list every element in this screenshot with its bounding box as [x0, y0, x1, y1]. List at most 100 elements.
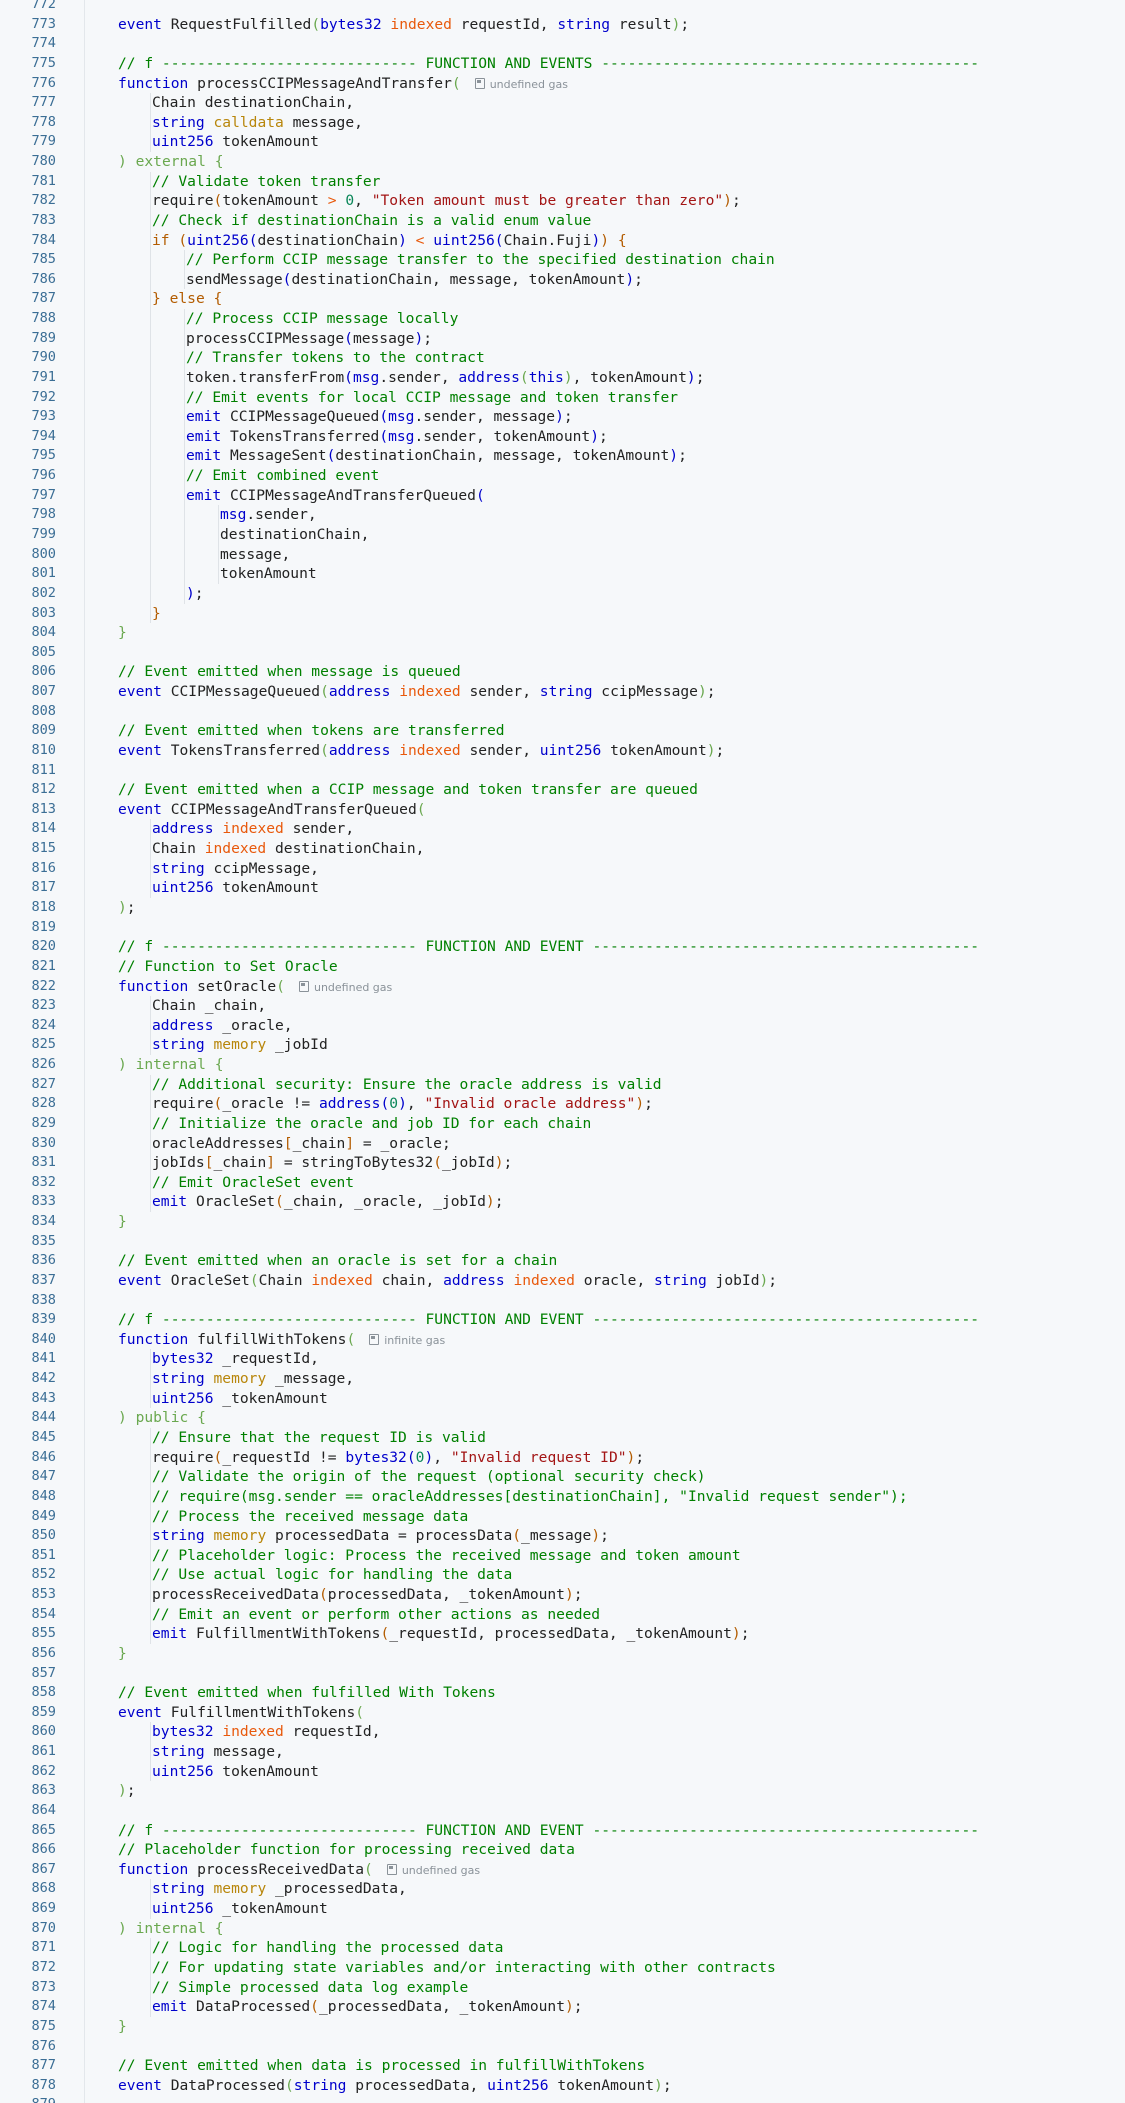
code-line[interactable]: 827 // Additional security: Ensure the or…	[0, 1074, 1125, 1095]
code-line[interactable]: 815 Chain indexed destinationChain,	[0, 839, 1125, 859]
code-line[interactable]: 777 Chain destinationChain,	[0, 93, 1125, 113]
code-line[interactable]: 855 emit FulfillmentWithTokens(_requestId…	[0, 1624, 1125, 1644]
code-line[interactable]: 871 // Logic for handling the processed d…	[0, 1938, 1125, 1958]
code-line[interactable]: 773 event RequestFulfilled(bytes32 indexe…	[0, 15, 1125, 35]
code-line[interactable]: 825 string memory _jobId	[0, 1035, 1125, 1055]
code-line[interactable]: 877 // Event emitted when data is process…	[0, 2056, 1125, 2076]
code-line[interactable]: 811	[0, 761, 1125, 781]
code-line[interactable]: 798 msg.sender,	[0, 505, 1125, 525]
code-line[interactable]: 810 event TokensTransferred(address index…	[0, 741, 1125, 761]
code-line[interactable]: 854 // Emit an event or perform other act…	[0, 1604, 1125, 1625]
code-line[interactable]: 852 // Use actual logic for handling the …	[0, 1565, 1125, 1586]
code-line[interactable]: 807 event CCIPMessageQueued(address index…	[0, 682, 1125, 702]
code-line[interactable]: 775 // f ----------------------------- FU…	[0, 54, 1125, 74]
code-line[interactable]: 816 string ccipMessage,	[0, 858, 1125, 879]
code-line[interactable]: 858 // Event emitted when fulfilled With …	[0, 1683, 1125, 1703]
code-line[interactable]: 822 function setOracle(undefined gas	[0, 977, 1125, 997]
code-line[interactable]: 800 message,	[0, 544, 1125, 565]
code-line[interactable]: 868 string memory _processedData,	[0, 1879, 1125, 1900]
code-line[interactable]: 863);	[0, 1781, 1125, 1801]
code-line[interactable]: 834}	[0, 1212, 1125, 1232]
code-line[interactable]: 783 // Check if destinationChain is a val…	[0, 210, 1125, 231]
code-line[interactable]: 813 event CCIPMessageAndTransferQueued(	[0, 800, 1125, 820]
code-line[interactable]: 821 // Function to Set Oracle	[0, 957, 1125, 977]
code-line[interactable]: 817 uint256 tokenAmount	[0, 878, 1125, 898]
code-line[interactable]: 845 // Ensure that the request ID is vali…	[0, 1427, 1125, 1448]
code-line[interactable]: 780) external {	[0, 152, 1125, 172]
code-line[interactable]: 781 // Validate token transfer	[0, 171, 1125, 192]
code-line[interactable]: 826) internal {	[0, 1055, 1125, 1075]
code-line[interactable]: 824 address _oracle,	[0, 1015, 1125, 1036]
code-line[interactable]: 848 // require(msg.sender == oracleAddres…	[0, 1486, 1125, 1507]
gas-estimate-hint[interactable]: undefined gas	[474, 77, 568, 91]
code-line[interactable]: 830 oracleAddresses[_chain] = _oracle;	[0, 1133, 1125, 1154]
code-line[interactable]: 850 string memory processedData = process…	[0, 1526, 1125, 1546]
code-line[interactable]: 836 // Event emitted when an oracle is se…	[0, 1251, 1125, 1271]
code-line[interactable]: 805	[0, 643, 1125, 663]
code-line[interactable]: 867 function processReceivedData(undefine…	[0, 1860, 1125, 1880]
code-line[interactable]: 788 // Process CCIP message locally	[0, 309, 1125, 329]
code-line[interactable]: 837 event OracleSet(Chain indexed chain, …	[0, 1271, 1125, 1291]
code-line[interactable]: 774	[0, 34, 1125, 54]
code-line[interactable]: 835	[0, 1232, 1125, 1252]
code-line[interactable]: 849 // Process the received message data	[0, 1506, 1125, 1527]
code-line[interactable]: 814 address indexed sender,	[0, 819, 1125, 840]
code-line[interactable]: 809 // Event emitted when tokens are tran…	[0, 721, 1125, 741]
code-line[interactable]: 838	[0, 1291, 1125, 1311]
code-line[interactable]: 802);	[0, 583, 1125, 604]
code-line[interactable]: 796 // Emit combined event	[0, 466, 1125, 486]
code-line[interactable]: 876	[0, 2037, 1125, 2057]
code-line[interactable]: 846 require(_requestId != bytes32(0), "In…	[0, 1447, 1125, 1468]
code-line[interactable]: 804}	[0, 623, 1125, 643]
gas-estimate-hint[interactable]: undefined gas	[386, 1863, 480, 1877]
code-line[interactable]: 828 require(_oracle != address(0), "Inval…	[0, 1094, 1125, 1114]
code-line[interactable]: 851 // Placeholder logic: Process the rec…	[0, 1545, 1125, 1566]
code-line[interactable]: 860 bytes32 indexed requestId,	[0, 1722, 1125, 1743]
code-line[interactable]: 785 // Perform CCIP message transfer to t…	[0, 250, 1125, 270]
code-line[interactable]: 792 // Emit events for local CCIP message…	[0, 387, 1125, 408]
code-line[interactable]: 879	[0, 2095, 1125, 2103]
code-line[interactable]: 866 // Placeholder function for processin…	[0, 1840, 1125, 1860]
code-line[interactable]: 819	[0, 918, 1125, 938]
code-line[interactable]: 776 function processCCIPMessageAndTransfe…	[0, 74, 1125, 94]
code-line[interactable]: 865 // f ----------------------------- FU…	[0, 1821, 1125, 1841]
code-line[interactable]: 803}	[0, 603, 1125, 624]
code-line[interactable]: 818);	[0, 898, 1125, 918]
code-line[interactable]: 782 require(tokenAmount > 0, "Token amoun…	[0, 191, 1125, 211]
code-line[interactable]: 799 destinationChain,	[0, 525, 1125, 545]
code-line[interactable]: 859 event FulfillmentWithTokens(	[0, 1703, 1125, 1723]
code-line[interactable]: 806 // Event emitted when message is queu…	[0, 662, 1125, 682]
code-line[interactable]: 869 uint256 _tokenAmount	[0, 1899, 1125, 1919]
code-line[interactable]: 797 emit CCIPMessageAndTransferQueued(	[0, 485, 1125, 506]
code-line[interactable]: 829 // Initialize the oracle and job ID f…	[0, 1113, 1125, 1134]
code-line[interactable]: 839 // f ----------------------------- FU…	[0, 1310, 1125, 1330]
code-line[interactable]: 844) public {	[0, 1408, 1125, 1428]
gas-estimate-hint[interactable]: infinite gas	[369, 1333, 445, 1347]
code-line[interactable]: 793 emit CCIPMessageQueued(msg.sender, me…	[0, 407, 1125, 427]
code-line[interactable]: 795 emit MessageSent(destinationChain, me…	[0, 446, 1125, 467]
code-line[interactable]: 820 // f ----------------------------- FU…	[0, 937, 1125, 957]
code-line[interactable]: 873 // Simple processed data log example	[0, 1977, 1125, 1998]
code-line[interactable]: 778 string calldata message,	[0, 112, 1125, 133]
code-line[interactable]: 808	[0, 702, 1125, 722]
code-line[interactable]: 779 uint256 tokenAmount	[0, 132, 1125, 153]
code-line[interactable]: 853 processReceivedData(processedData, _t…	[0, 1585, 1125, 1605]
code-line[interactable]: 812 // Event emitted when a CCIP message …	[0, 780, 1125, 800]
code-line[interactable]: 801 tokenAmount	[0, 564, 1125, 584]
code-line[interactable]: 841 bytes32 _requestId,	[0, 1349, 1125, 1370]
code-line[interactable]: 874 emit DataProcessed(_processedData, _t…	[0, 1997, 1125, 2017]
code-line[interactable]: 789 processCCIPMessage(message);	[0, 328, 1125, 349]
gas-estimate-hint[interactable]: undefined gas	[298, 980, 392, 994]
code-line[interactable]: 832 // Emit OracleSet event	[0, 1172, 1125, 1193]
code-line[interactable]: 823 Chain _chain,	[0, 996, 1125, 1016]
code-line[interactable]: 772	[0, 0, 1125, 15]
code-line[interactable]: 878 event DataProcessed(string processedD…	[0, 2076, 1125, 2096]
code-line[interactable]: 861 string message,	[0, 1742, 1125, 1762]
code-line[interactable]: 875}	[0, 2017, 1125, 2037]
code-line[interactable]: 831 jobIds[_chain] = stringToBytes32(_job…	[0, 1153, 1125, 1173]
code-line[interactable]: 790 // Transfer tokens to the contract	[0, 348, 1125, 368]
code-line[interactable]: 842 string memory _message,	[0, 1369, 1125, 1389]
code-line[interactable]: 791 token.transferFrom(msg.sender, addres…	[0, 367, 1125, 388]
code-line[interactable]: 864	[0, 1801, 1125, 1821]
code-line[interactable]: 833 emit OracleSet(_chain, _oracle, _jobI…	[0, 1192, 1125, 1213]
